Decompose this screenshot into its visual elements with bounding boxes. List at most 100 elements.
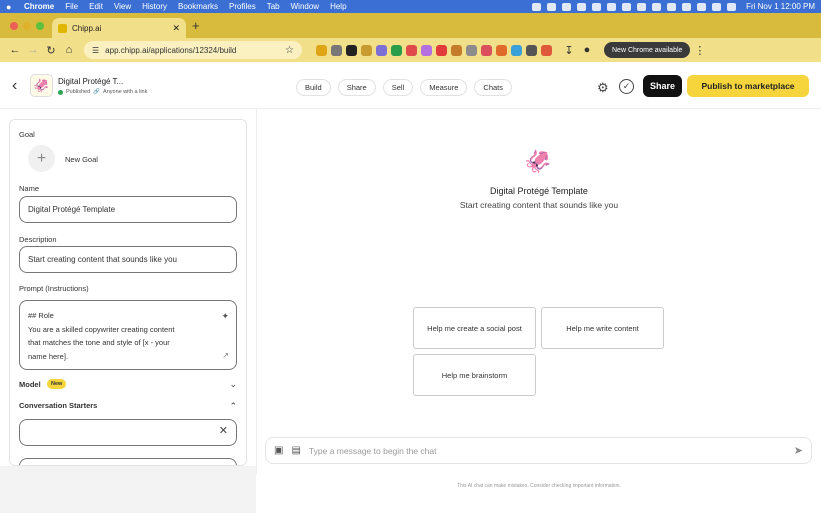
app-switcher-icon[interactable] bbox=[532, 2, 542, 11]
nav-build[interactable]: Build bbox=[296, 79, 331, 96]
conversation-starter-input[interactable]: ✕ bbox=[19, 419, 237, 446]
timer-icon[interactable] bbox=[622, 2, 632, 11]
close-window-icon[interactable] bbox=[10, 22, 18, 30]
add-goal-plus-icon[interactable]: + bbox=[28, 145, 55, 172]
siri-icon[interactable] bbox=[727, 2, 737, 11]
cloud-icon[interactable] bbox=[562, 2, 572, 11]
prompt-line: You are a skilled copywriter creating co… bbox=[28, 324, 175, 334]
extension-1[interactable] bbox=[316, 44, 327, 56]
play-icon[interactable] bbox=[637, 2, 647, 11]
forward-icon[interactable]: → bbox=[24, 44, 42, 56]
menu-window[interactable]: Window bbox=[291, 2, 319, 11]
nav-sell[interactable]: Sell bbox=[382, 79, 414, 96]
extension-8[interactable] bbox=[421, 44, 432, 56]
bookmark-star-icon[interactable]: ☆ bbox=[285, 45, 294, 56]
bluetooth-icon[interactable] bbox=[652, 2, 662, 11]
back-chevron-icon[interactable]: ‹ bbox=[12, 77, 17, 95]
menu-help[interactable]: Help bbox=[330, 2, 346, 11]
reload-icon[interactable]: ↻ bbox=[42, 44, 60, 57]
notion-icon[interactable] bbox=[592, 2, 602, 11]
menu-chrome[interactable]: Chrome bbox=[24, 2, 54, 11]
prompt-line: name here]. bbox=[28, 351, 69, 361]
new-tab-icon[interactable]: + bbox=[192, 18, 200, 33]
home-icon[interactable]: ⌂ bbox=[60, 44, 78, 56]
send-icon[interactable]: ➤ bbox=[794, 444, 803, 457]
extension-15[interactable] bbox=[526, 44, 537, 56]
wifi-icon[interactable] bbox=[682, 2, 692, 11]
starter-social-post[interactable]: Help me create a social post bbox=[413, 307, 536, 349]
chevron-up-icon[interactable]: ⌃ bbox=[229, 401, 237, 412]
share-button[interactable]: Share bbox=[643, 75, 682, 97]
calendar-icon[interactable] bbox=[577, 2, 587, 11]
menu-tab[interactable]: Tab bbox=[267, 2, 280, 11]
name-value: Digital Protégé Template bbox=[28, 205, 116, 214]
chatgpt-icon[interactable] bbox=[607, 2, 617, 11]
settings-gear-icon[interactable]: ⚙ bbox=[597, 80, 609, 96]
image-upload-icon[interactable]: ▣ bbox=[274, 445, 283, 456]
menu-profiles[interactable]: Profiles bbox=[229, 2, 256, 11]
new-goal-label[interactable]: New Goal bbox=[65, 155, 98, 164]
update-chrome-button[interactable]: New Chrome available bbox=[604, 42, 691, 58]
site-info-icon[interactable]: ☰ bbox=[92, 46, 99, 55]
extension-2[interactable] bbox=[331, 44, 342, 56]
search-icon[interactable] bbox=[697, 2, 707, 11]
check-circle-icon[interactable]: ✓ bbox=[619, 79, 634, 94]
extension-icon[interactable] bbox=[547, 2, 557, 11]
extension-11[interactable] bbox=[466, 44, 477, 56]
profile-avatar[interactable]: ● bbox=[578, 44, 596, 56]
extension-3[interactable] bbox=[346, 44, 357, 56]
extension-16[interactable] bbox=[541, 44, 552, 56]
panel-bottom-strip bbox=[0, 466, 256, 513]
expand-icon[interactable]: ↗ bbox=[222, 349, 229, 363]
extension-9[interactable] bbox=[436, 44, 447, 56]
chrome-menu-icon[interactable]: ⋮ bbox=[694, 44, 705, 57]
app-header: ‹ 🦑 Digital Protégé T... Published 🔗 Any… bbox=[0, 62, 821, 109]
builder-panel: Goal + New Goal Name Digital Protégé Tem… bbox=[9, 119, 247, 466]
prompt-textarea[interactable]: ## Role You are a skilled copywriter cre… bbox=[19, 300, 237, 370]
extensions-row bbox=[316, 44, 552, 56]
extension-6[interactable] bbox=[391, 44, 402, 56]
description-field[interactable]: Start creating content that sounds like … bbox=[19, 246, 237, 273]
chat-input[interactable] bbox=[308, 445, 788, 456]
apple-menu-icon[interactable]: ● bbox=[6, 2, 16, 12]
extension-10[interactable] bbox=[451, 44, 462, 56]
extension-5[interactable] bbox=[376, 44, 387, 56]
publish-to-marketplace-button[interactable]: Publish to marketplace bbox=[687, 75, 809, 97]
extension-12[interactable] bbox=[481, 44, 492, 56]
menu-view[interactable]: View bbox=[114, 2, 131, 11]
nav-measure[interactable]: Measure bbox=[420, 79, 468, 96]
download-icon[interactable]: ↧ bbox=[560, 44, 578, 57]
chat-composer: ▣ ▤ ➤ bbox=[265, 437, 812, 464]
chat-title: Digital Protégé Template bbox=[490, 186, 588, 196]
conversation-starter-input-next[interactable] bbox=[19, 458, 237, 465]
magic-wand-icon[interactable]: ✦ bbox=[221, 310, 229, 324]
menu-file[interactable]: File bbox=[65, 2, 78, 11]
name-label: Name bbox=[19, 184, 40, 193]
file-upload-icon[interactable]: ▤ bbox=[291, 445, 300, 456]
battery-icon[interactable] bbox=[667, 2, 677, 11]
extension-14[interactable] bbox=[511, 44, 522, 56]
control-center-icon[interactable] bbox=[712, 2, 722, 11]
back-icon[interactable]: ← bbox=[6, 44, 24, 56]
clear-icon[interactable]: ✕ bbox=[219, 424, 228, 437]
menu-edit[interactable]: Edit bbox=[89, 2, 103, 11]
extension-4[interactable] bbox=[361, 44, 372, 56]
starter-write-content[interactable]: Help me write content bbox=[541, 307, 664, 349]
menu-bookmarks[interactable]: Bookmarks bbox=[178, 2, 218, 11]
maximize-window-icon[interactable] bbox=[36, 22, 44, 30]
minimize-window-icon[interactable] bbox=[23, 22, 31, 30]
nav-chats[interactable]: Chats bbox=[474, 79, 512, 96]
menu-history[interactable]: History bbox=[142, 2, 167, 11]
prompt-line: ## Role bbox=[28, 311, 54, 320]
nav-share[interactable]: Share bbox=[337, 79, 376, 96]
address-bar[interactable]: ☰ app.chipp.ai/applications/12324/build … bbox=[84, 41, 302, 59]
extension-7[interactable] bbox=[406, 44, 417, 56]
browser-tab[interactable]: Chipp.ai ✕ bbox=[52, 18, 186, 38]
chat-avatar: 🦑 bbox=[524, 149, 552, 174]
extension-13[interactable] bbox=[496, 44, 507, 56]
name-field[interactable]: Digital Protégé Template bbox=[19, 196, 237, 223]
menubar-clock[interactable]: Fri Nov 1 12:00 PM bbox=[746, 2, 815, 11]
chevron-down-icon[interactable]: ⌄ bbox=[229, 379, 237, 390]
starter-brainstorm[interactable]: Help me brainstorm bbox=[413, 354, 536, 396]
close-tab-icon[interactable]: ✕ bbox=[172, 23, 180, 34]
